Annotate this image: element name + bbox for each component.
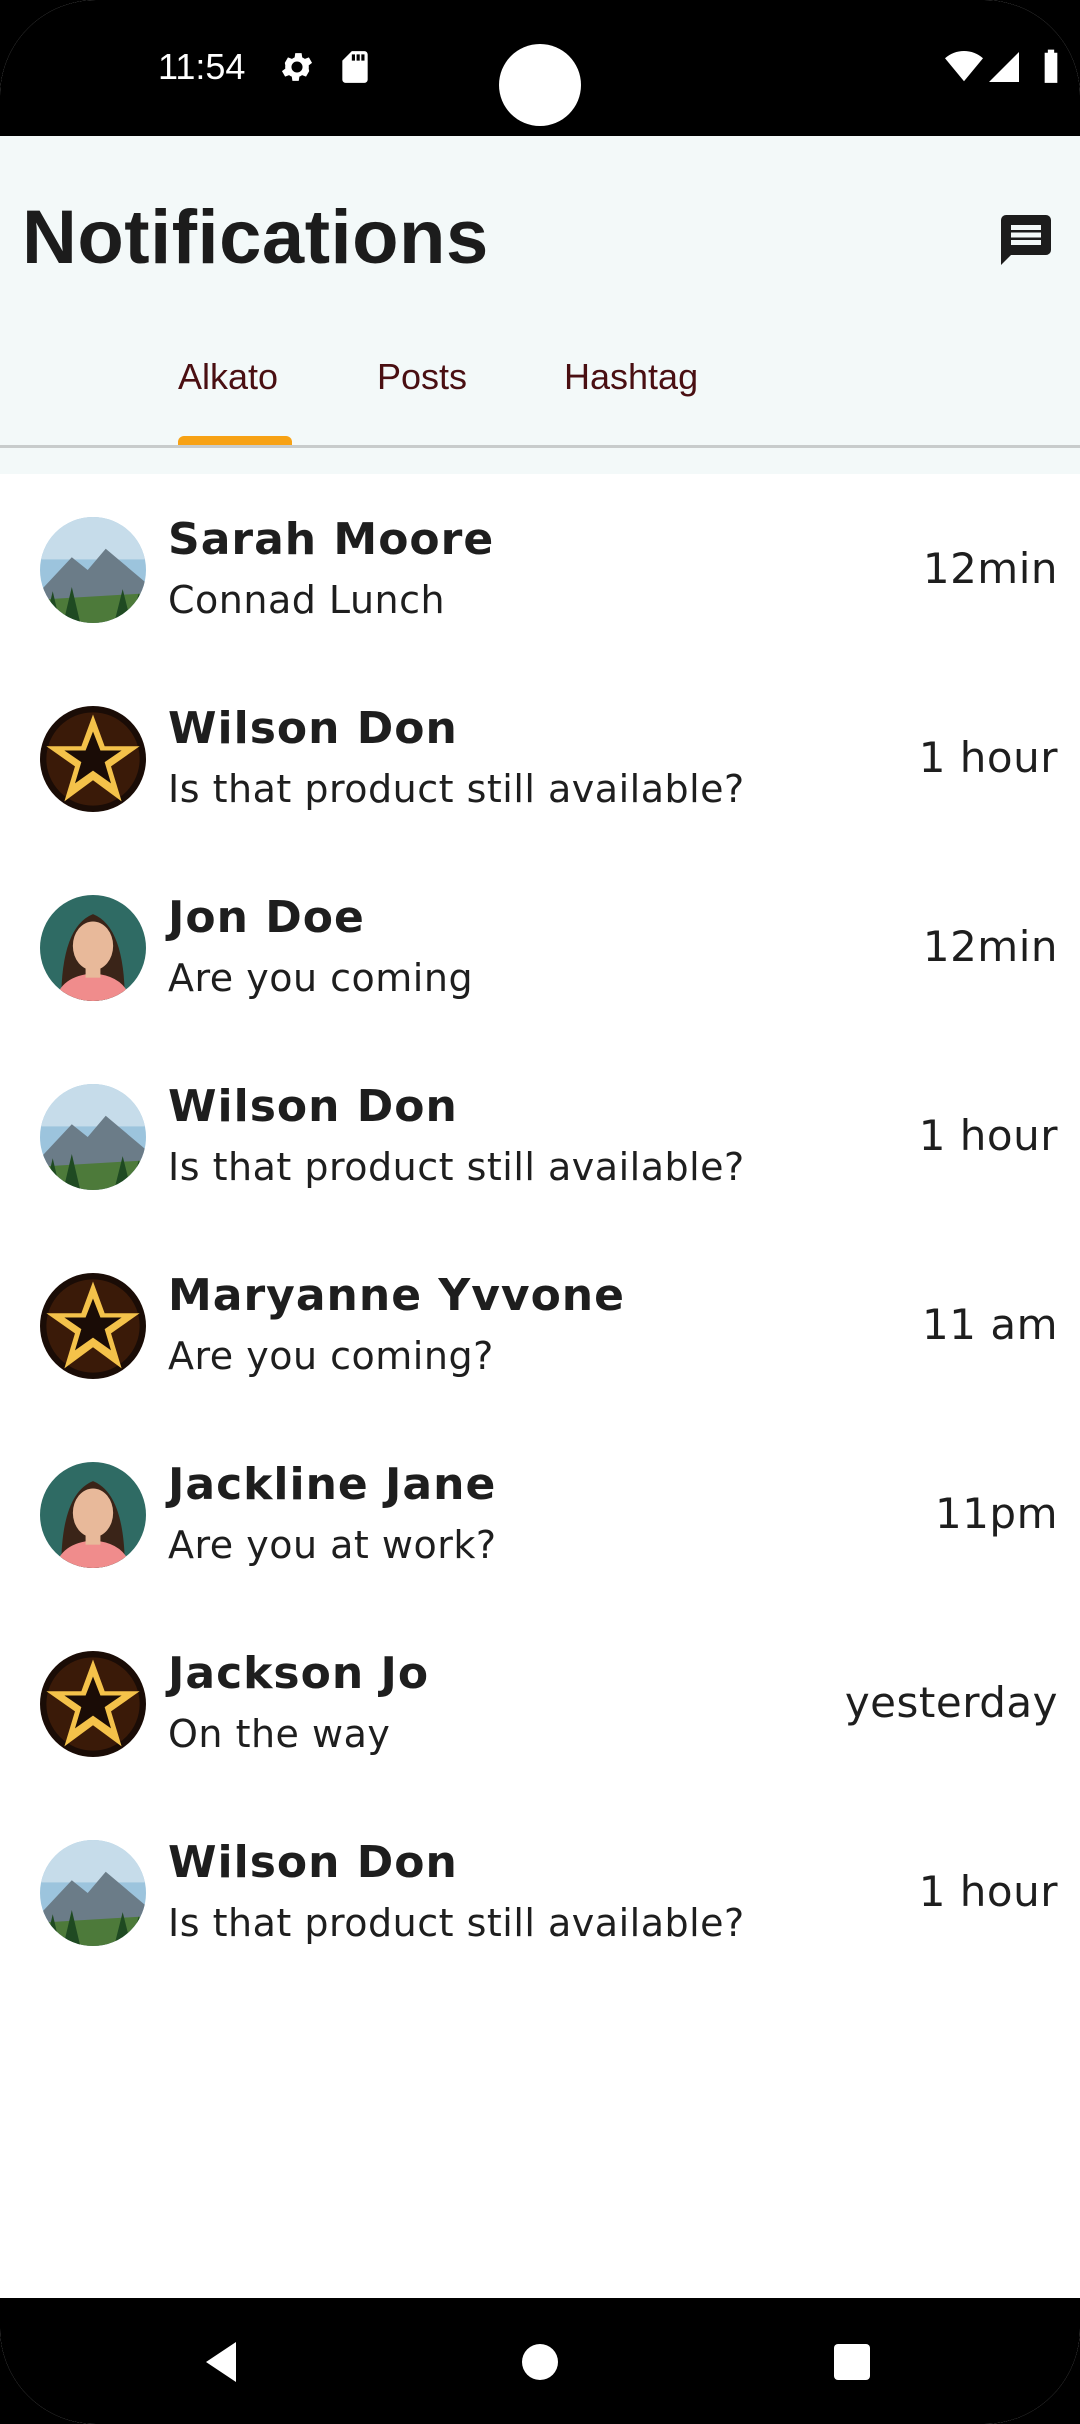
notification-time: yesterday [844, 1678, 1058, 1727]
notification-item[interactable]: Wilson Don Is that product still availabl… [0, 663, 1080, 852]
avatar [40, 706, 146, 812]
notification-item[interactable]: Jackson Jo On the way yesterday [0, 1608, 1080, 1797]
notification-message: Is that product still available? [168, 767, 745, 811]
wifi-icon [944, 48, 983, 86]
app-screen: 11:54 Notifications Alkato Posts Hashtag [0, 0, 1080, 2424]
avatar [40, 1651, 146, 1757]
notification-message: Is that product still available? [168, 1901, 745, 1945]
recents-icon[interactable] [828, 2338, 876, 2386]
notification-time: 1 hour [918, 1111, 1058, 1160]
notification-message: Are you coming [168, 956, 474, 1000]
notification-sender-name: Wilson Don [168, 1837, 458, 1888]
notification-time: 11 am [922, 1300, 1058, 1349]
avatar [40, 1084, 146, 1190]
navigation-bar [0, 2298, 1080, 2424]
notification-item[interactable]: Wilson Don Is that product still availabl… [0, 1797, 1080, 1986]
notification-sender-name: Jackline Jane [168, 1459, 497, 1510]
notification-time: 11pm [934, 1489, 1058, 1538]
notification-item[interactable]: Jackline Jane Are you at work? 11pm [0, 1419, 1080, 1608]
notification-item[interactable]: Sarah Moore Connad Lunch 12min [0, 474, 1080, 663]
app-header: Notifications Alkato Posts Hashtag [0, 136, 1080, 474]
avatar [40, 895, 146, 1001]
notification-sender-name: Jon Doe [168, 892, 365, 943]
notification-sender-name: Jackson Jo [168, 1648, 430, 1699]
notification-message: Connad Lunch [168, 578, 446, 622]
chat-icon[interactable] [996, 210, 1056, 270]
avatar [40, 1462, 146, 1568]
tab-bar: Alkato Posts Hashtag [0, 336, 1080, 446]
notification-time: 12min [922, 544, 1058, 593]
back-icon[interactable] [200, 2338, 248, 2386]
page-title: Notifications [22, 195, 489, 280]
notification-list: Sarah Moore Connad Lunch 12min Wilson Don Is… [0, 474, 1080, 1986]
sd-card-icon [336, 48, 374, 86]
tab-alkato[interactable]: Alkato [178, 356, 278, 446]
tab-posts[interactable]: Posts [377, 356, 467, 446]
notification-time: 12min [922, 922, 1058, 971]
notification-message: Is that product still available? [168, 1145, 745, 1189]
status-bar: 11:54 [0, 0, 1080, 136]
avatar [40, 517, 146, 623]
home-icon[interactable] [516, 2338, 564, 2386]
notification-message: Are you at work? [168, 1523, 497, 1567]
signal-icon [986, 48, 1024, 86]
notification-time: 1 hour [918, 1867, 1058, 1916]
gear-icon [278, 48, 316, 86]
battery-icon [1036, 48, 1066, 86]
notification-sender-name: Maryanne Yvvone [168, 1270, 625, 1321]
notification-message: On the way [168, 1712, 391, 1756]
tab-hashtag[interactable]: Hashtag [564, 356, 698, 446]
notification-message: Are you coming? [168, 1334, 494, 1378]
notification-time: 1 hour [918, 733, 1058, 782]
status-time: 11:54 [158, 46, 246, 87]
notification-sender-name: Wilson Don [168, 1081, 458, 1132]
notification-item[interactable]: Jon Doe Are you coming 12min [0, 852, 1080, 1041]
avatar [40, 1273, 146, 1379]
avatar [40, 1840, 146, 1946]
camera-cutout [499, 44, 581, 126]
notification-item[interactable]: Wilson Don Is that product still availabl… [0, 1041, 1080, 1230]
notification-sender-name: Sarah Moore [168, 514, 495, 565]
notification-item[interactable]: Maryanne Yvvone Are you coming? 11 am [0, 1230, 1080, 1419]
header-divider [0, 445, 1080, 448]
notification-sender-name: Wilson Don [168, 703, 458, 754]
